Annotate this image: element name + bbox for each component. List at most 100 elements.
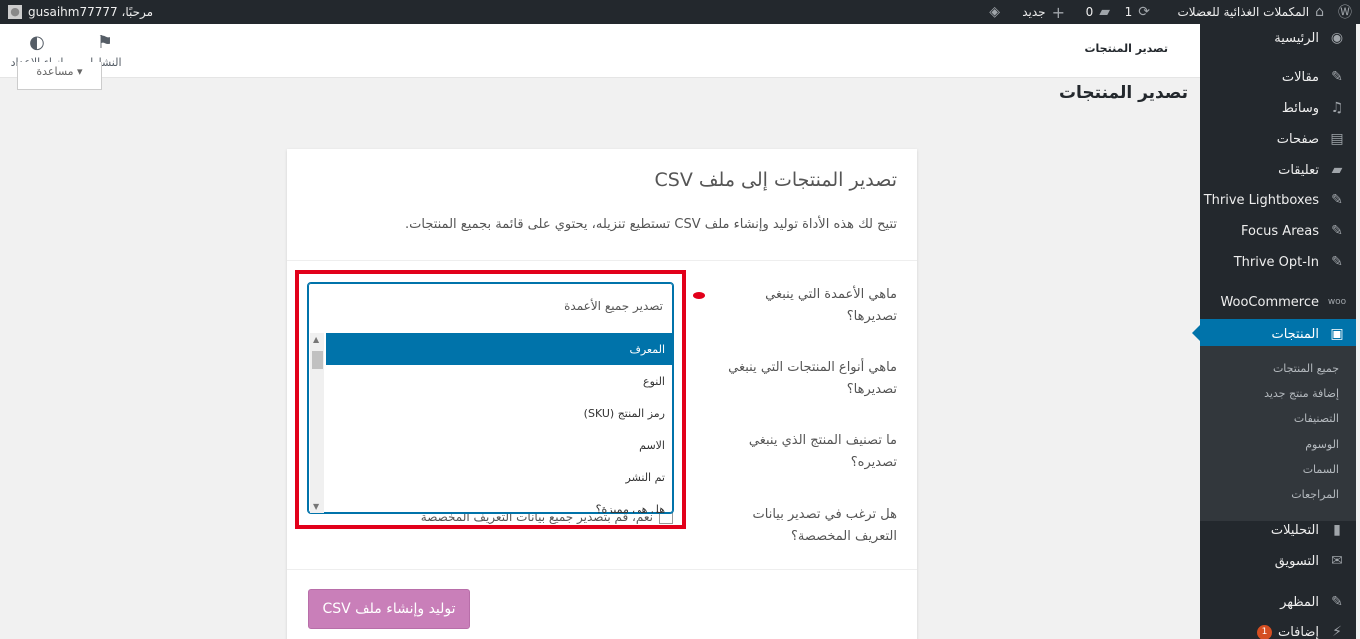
help-label: مساعدة	[36, 65, 74, 78]
update-icon: ⟳	[1138, 4, 1150, 20]
greeting: مرحبًا، gusaihm77777	[28, 5, 154, 19]
menu-plugins[interactable]: ⚡ إضافات 1	[1200, 618, 1360, 639]
menu-label: Thrive Opt-In	[1233, 254, 1319, 270]
divider	[287, 260, 917, 261]
submenu-reviews[interactable]: المراجعات	[1200, 482, 1360, 507]
admin-bar: Ⓦ المكملات الغذائية للعضلات ⌂ 1 ⟳ 0 ▰ جد…	[0, 0, 1360, 24]
menu-label: الرئيسية	[1274, 30, 1319, 46]
pin-icon: ✎	[1331, 192, 1343, 208]
columns-select[interactable]: تصدير جميع الأعمدة ▲ ▼ المعرف النوع رمز …	[307, 282, 674, 514]
plugins-badge: 1	[1256, 624, 1272, 639]
menu-posts[interactable]: ✎ مقالات	[1200, 63, 1360, 91]
pages-icon: ▤	[1330, 131, 1344, 147]
archive-icon: ▣	[1330, 326, 1344, 342]
home-icon: ⌂	[1315, 4, 1324, 20]
menu-label: التحليلات	[1270, 522, 1319, 538]
meta-question: هل ترغب في تصدير بيانات التعريف المخصصة؟	[752, 507, 897, 544]
pin-icon: ✎	[1331, 223, 1343, 239]
menu-label: المنتجات	[1271, 326, 1319, 342]
annotation-marker	[693, 292, 705, 299]
comments-icon: ▰	[1331, 162, 1343, 178]
dropdown-option[interactable]: الاسم	[326, 429, 673, 461]
site-name-link[interactable]: المكملات الغذائية للعضلات ⌂	[1177, 0, 1324, 24]
menu-label: صفحات	[1276, 131, 1319, 147]
plus-icon: +	[1051, 2, 1065, 22]
woocommerce-header: تصدير المنتجات ⚑ النشاط ◐ إنهاء الإعداد	[0, 24, 1200, 78]
dropdown-option[interactable]: النوع	[326, 365, 673, 397]
menu-label: التسويق	[1274, 553, 1319, 569]
scroll-up-icon[interactable]: ▲	[313, 335, 319, 344]
submenu-categories[interactable]: التصنيفات	[1200, 406, 1360, 431]
card-title: تصدير المنتجات إلى ملف CSV	[654, 169, 898, 191]
menu-label: مقالات	[1281, 69, 1319, 85]
comments-link[interactable]: 0 ▰	[1086, 0, 1110, 24]
dropdown-option[interactable]: المعرف	[326, 333, 673, 365]
wordpress-logo-icon[interactable]: Ⓦ	[1338, 0, 1352, 24]
comments-count: 0	[1085, 5, 1094, 19]
admin-sidebar: ◉ الرئيسية ✎ مقالات ♫ وسائط ▤ صفحات ▰ تعليقات…	[1192, 24, 1360, 639]
new-content-link[interactable]: جديد +	[1022, 0, 1065, 24]
site-name: المكملات الغذائية للعضلات	[1177, 5, 1310, 19]
dashboard-icon: ◉	[1330, 30, 1344, 46]
menu-products[interactable]: ▣ المنتجات	[1192, 319, 1360, 349]
dropdown-scrollbar[interactable]: ▲ ▼	[310, 333, 324, 513]
menu-label: WooCommerce	[1220, 294, 1319, 310]
menu-marketing[interactable]: ✉ التسويق	[1200, 547, 1360, 575]
menu-dashboard[interactable]: ◉ الرئيسية	[1200, 24, 1360, 52]
updates-link[interactable]: 1 ⟳	[1125, 0, 1150, 24]
menu-label: تعليقات	[1278, 162, 1319, 178]
menu-label: Focus Areas	[1241, 223, 1319, 239]
pin-icon: ✎	[1331, 254, 1343, 270]
menu-appearance[interactable]: ✎ المظهر	[1200, 588, 1360, 616]
menu-analytics[interactable]: ▮ التحليلات	[1200, 516, 1360, 544]
menu-label: وسائط	[1281, 100, 1319, 116]
progress-circle-icon: ◐	[29, 32, 45, 53]
media-icon: ♫	[1330, 100, 1344, 116]
chart-icon: ▮	[1333, 522, 1341, 538]
generate-csv-button[interactable]: توليد وإنشاء ملف CSV	[308, 589, 470, 629]
card-description: تتيح لك هذه الأداة توليد وإنشاء ملف CSV …	[404, 217, 897, 232]
menu-woocommerce[interactable]: woo WooCommerce	[1200, 288, 1360, 316]
help-tab[interactable]: مساعدة ▾	[17, 62, 102, 90]
menu-thrive-lightboxes[interactable]: ✎ Thrive Lightboxes	[1200, 186, 1360, 214]
dropdown-option[interactable]: رمز المنتج (SKU)	[326, 397, 673, 429]
submenu-all-products[interactable]: جميع المنتجات	[1200, 356, 1360, 381]
pin-icon: ✎	[1331, 69, 1343, 85]
plugin-icon: ⚡	[1332, 624, 1342, 639]
page-scrollbar[interactable]	[1356, 24, 1360, 639]
megaphone-icon: ✉	[1331, 553, 1343, 569]
types-question: ماهي أنواع المنتجات التي ينبغي تصديرها؟	[728, 360, 897, 397]
new-label: جديد	[1022, 5, 1046, 19]
menu-comments[interactable]: ▰ تعليقات	[1200, 156, 1360, 184]
account-menu[interactable]: ● مرحبًا، gusaihm77777	[8, 0, 153, 24]
page-title: تصدير المنتجات	[1058, 83, 1188, 103]
submenu-add-product[interactable]: إضافة منتج جديد	[1200, 381, 1360, 406]
columns-select-input[interactable]: تصدير جميع الأعمدة	[564, 299, 663, 313]
menu-pages[interactable]: ▤ صفحات	[1200, 125, 1360, 153]
divider	[287, 569, 917, 570]
menu-thrive-optin[interactable]: ✎ Thrive Opt-In	[1200, 248, 1360, 276]
comment-icon: ▰	[1099, 4, 1110, 20]
submenu-attributes[interactable]: السمات	[1200, 457, 1360, 482]
updates-count: 1	[1124, 5, 1133, 19]
menu-focus-areas[interactable]: ✎ Focus Areas	[1200, 217, 1360, 245]
avatar: ●	[8, 5, 22, 19]
scroll-thumb[interactable]	[312, 351, 323, 369]
submenu-tags[interactable]: الوسوم	[1200, 432, 1360, 457]
breadcrumb: تصدير المنتجات	[1084, 42, 1169, 55]
menu-media[interactable]: ♫ وسائط	[1200, 94, 1360, 122]
scroll-down-icon[interactable]: ▼	[313, 502, 319, 511]
menu-label: Thrive Lightboxes	[1203, 192, 1319, 208]
products-submenu: جميع المنتجات إضافة منتج جديد التصنيفات …	[1200, 346, 1360, 521]
columns-question: ماهي الأعمدة التي ينبغي تصديرها؟	[765, 287, 897, 324]
dropdown-option[interactable]: هل هي مميزة؟	[326, 493, 673, 514]
menu-label: إضافات	[1277, 624, 1319, 639]
brush-icon: ✎	[1331, 594, 1343, 610]
columns-dropdown-list: المعرف النوع رمز المنتج (SKU) الاسم تم ا…	[326, 333, 673, 513]
dropdown-option[interactable]: تم النشر	[326, 461, 673, 493]
menu-label: المظهر	[1280, 594, 1319, 610]
flag-icon: ⚑	[96, 32, 114, 53]
seo-icon[interactable]: ◈	[989, 0, 1000, 24]
woo-icon: woo	[1327, 297, 1347, 307]
category-question: ما تصنيف المنتج الذي ينبغي تصديره؟	[748, 433, 897, 470]
